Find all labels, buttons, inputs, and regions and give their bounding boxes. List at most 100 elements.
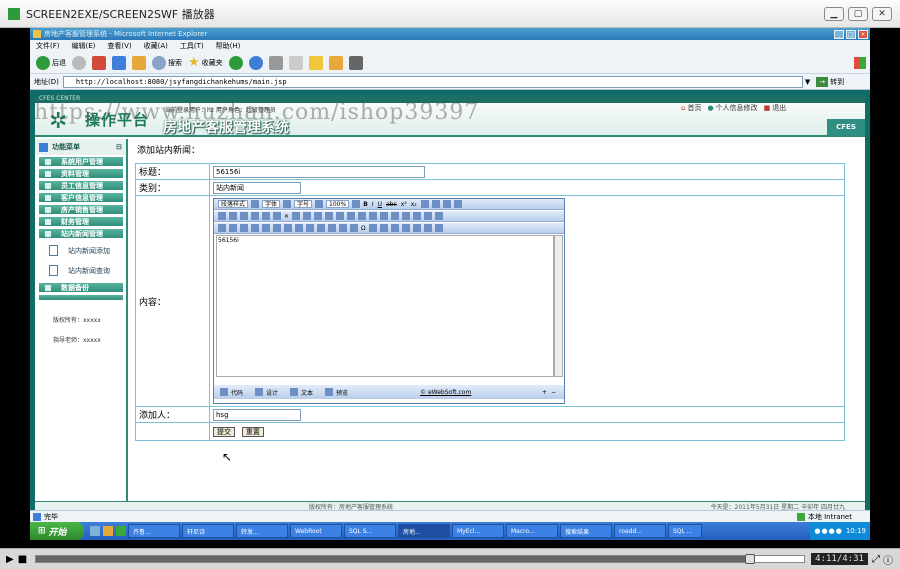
paste-word-icon[interactable] [262,212,270,220]
play-icon[interactable]: ▶ [6,554,14,565]
tab-design[interactable]: 设计 [255,388,278,397]
maximize-icon[interactable] [435,212,444,220]
sidebar-subitem-news-query[interactable]: 站内新闻查询 [49,265,110,276]
editor-credit[interactable]: © eWebSoft.com [420,389,471,396]
select-all-icon[interactable] [325,212,334,220]
textarea-icon[interactable] [306,224,314,232]
align-justify-icon[interactable] [453,200,462,208]
zoom-select[interactable]: 100% [326,200,350,208]
table-icon[interactable] [402,212,411,220]
paste-icon[interactable] [240,212,248,220]
edit-icon[interactable] [288,55,303,70]
dropdown-arrow-icon[interactable] [352,200,361,208]
flash-icon[interactable] [229,224,237,232]
tab-code[interactable]: 代码 [220,388,243,397]
go-button[interactable]: 转到 [830,77,844,87]
go-arrow-icon[interactable]: → [816,76,829,87]
emoticon-icon[interactable] [368,224,377,232]
numbered-list-icon[interactable] [336,212,345,220]
resize-minus-icon[interactable]: − [551,389,556,396]
stop-icon[interactable]: ■ [18,554,27,565]
taskbar-item[interactable]: MyEcl... [452,524,504,538]
paste-text-icon[interactable] [251,212,259,220]
stop-icon[interactable] [92,55,106,70]
insert-table-icon[interactable] [273,224,281,232]
page-break-icon[interactable] [423,224,432,232]
history-icon[interactable] [228,55,243,70]
title-input[interactable]: 56156i [213,165,425,178]
profile-link[interactable]: 个人信息修改 [716,103,758,113]
taskbar-item[interactable]: 搜索结果 [560,524,612,538]
maximize-button[interactable]: ▢ [848,6,868,21]
hr-icon[interactable] [401,224,410,232]
tab-text[interactable]: 文本 [290,388,313,397]
bullet-list-icon[interactable] [347,212,356,220]
superscript-icon[interactable]: x² [401,201,407,208]
time-icon[interactable] [390,224,399,232]
style-icon[interactable] [413,212,422,220]
form-icon[interactable] [284,224,292,232]
date-icon[interactable] [379,224,388,232]
logout-link[interactable]: 退出 [772,103,786,113]
back-icon[interactable] [36,55,50,70]
bg-color-icon[interactable] [391,212,400,220]
redo-icon[interactable] [314,212,323,220]
button-icon[interactable] [317,224,325,232]
paragraph-style-select[interactable]: 段落样式 [218,200,249,208]
strikethrough-icon[interactable]: abc [386,201,397,208]
quick-launch-icon[interactable] [103,526,113,536]
start-button[interactable]: ⊞ 开始 [30,522,84,540]
browser-close-button[interactable]: × [858,29,868,39]
back-button[interactable]: 后退 [52,58,66,68]
mail-icon[interactable] [248,55,263,70]
bold-icon[interactable]: B [363,201,368,208]
menu-file[interactable]: 文件(F) [36,41,60,51]
taskbar-item[interactable]: 轩尼诗 [182,524,234,538]
sidebar-item-sales[interactable]: 房产销售管理 [39,205,123,215]
copy-icon[interactable] [229,212,237,220]
home-link[interactable]: 首页 [687,103,701,113]
sidebar-item-employees[interactable]: 员工信息管理 [39,181,123,191]
italic-icon[interactable]: I [372,201,374,208]
sidebar-item-backup[interactable]: 数据备份 [39,283,123,293]
menu-view[interactable]: 查看(V) [107,41,131,51]
align-center-icon[interactable] [431,200,440,208]
progress-handle[interactable] [745,554,756,564]
sidebar-item-finance[interactable]: 财务管理 [39,217,123,227]
close-button[interactable]: ✕ [872,6,892,21]
favorites-button[interactable]: 收藏夹 [202,58,223,68]
dropdown-arrow-icon[interactable] [315,200,324,208]
dropdown-arrow-icon[interactable]: ▼ [805,78,810,86]
sidebar-item-users[interactable]: 系统用户管理 [39,157,123,167]
anchor-icon[interactable] [339,224,347,232]
tray-icons[interactable]: ●●●● [814,527,842,535]
menu-tools[interactable]: 工具(T) [180,41,204,51]
find-icon[interactable] [273,212,281,220]
sidebar-item-customers[interactable]: 客户信息管理 [39,193,123,203]
tab-preview[interactable]: 预览 [325,388,348,397]
image-icon[interactable] [218,224,226,232]
address-input[interactable]: http://localhost:8080/jsyfangdichankehum… [62,75,803,88]
unlink-icon[interactable] [350,224,358,232]
taskbar-item[interactable]: roadd... [614,524,666,538]
align-left-icon[interactable] [420,200,429,208]
editor-scrollbar[interactable] [554,235,563,377]
info-icon[interactable]: ⓘ [883,552,893,567]
help-icon[interactable] [434,224,443,232]
browser-maximize-button[interactable]: □ [846,29,856,39]
delete-icon[interactable]: ✕ [284,213,289,220]
resize-plus-icon[interactable]: + [542,389,547,396]
messenger-icon[interactable] [328,55,343,70]
subscript-icon[interactable]: x₂ [411,201,417,208]
home-icon[interactable] [132,55,146,70]
text-color-icon[interactable] [380,212,389,220]
forward-icon[interactable] [72,55,86,70]
sidebar-subitem-news-add[interactable]: 站内新闻添加 [49,245,110,256]
taskbar-item[interactable]: 齐鲁... [128,524,180,538]
underline-icon[interactable]: U [378,201,382,208]
taskbar-item[interactable]: SQL S... [344,524,396,538]
file-icon[interactable] [251,224,259,232]
search-icon[interactable] [152,55,166,70]
menu-favorites[interactable]: 收藏(A) [144,41,168,51]
quick-launch-icon[interactable] [116,526,126,536]
